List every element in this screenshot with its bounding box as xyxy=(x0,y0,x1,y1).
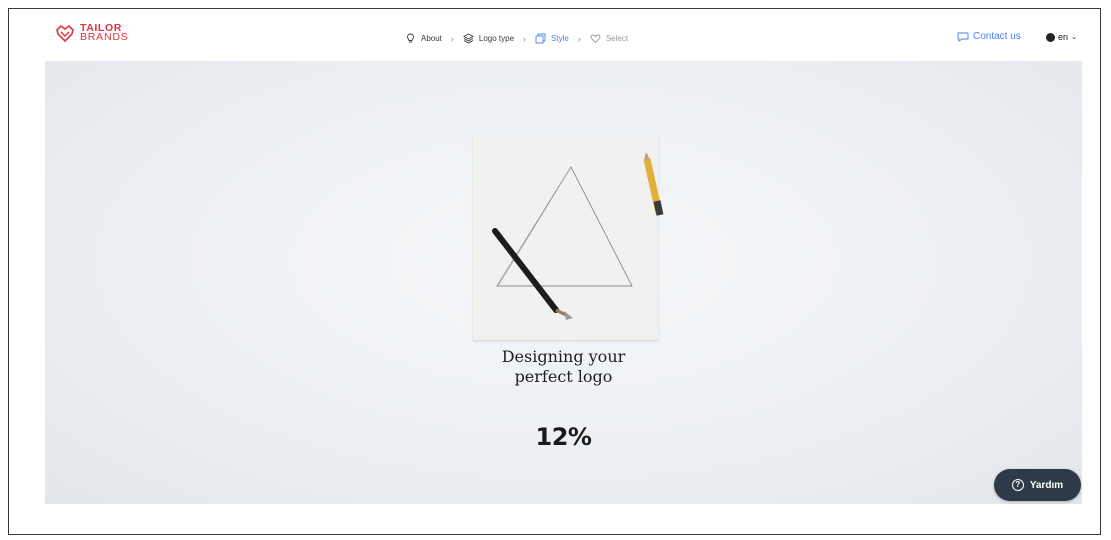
progress-steps: About › Logo type › Style › Select xyxy=(405,33,628,44)
logo-line-2: BRANDS xyxy=(80,31,129,43)
style-icon xyxy=(535,33,546,44)
step-logo-type[interactable]: Logo type xyxy=(462,33,515,44)
step-separator: › xyxy=(523,33,527,44)
step-style[interactable]: Style xyxy=(535,33,569,44)
logo-wordmark: TAILOR BRANDS xyxy=(80,23,129,43)
step-select[interactable]: Select xyxy=(590,33,628,44)
loading-stage: Designing your perfect logo 12% ? Yardım xyxy=(45,61,1082,504)
step-about-label: About xyxy=(421,34,442,43)
language-selector[interactable]: en ⌄ xyxy=(1046,32,1077,42)
help-button[interactable]: ? Yardım xyxy=(994,469,1081,501)
triangle-sketch xyxy=(492,166,633,320)
step-select-label: Select xyxy=(605,34,629,43)
question-icon: ? xyxy=(1011,479,1024,491)
heart-icon xyxy=(590,34,601,44)
step-separator: › xyxy=(577,33,581,44)
contact-us-label: Contact us xyxy=(973,31,1021,42)
brush-icon xyxy=(492,228,573,320)
help-label: Yardım xyxy=(1029,479,1064,491)
crown-heart-icon xyxy=(56,24,74,43)
loading-headline: Designing your perfect logo xyxy=(45,347,1082,387)
step-logo-type-label: Logo type xyxy=(478,34,515,43)
pencil-icon xyxy=(643,153,664,216)
top-bar: TAILOR BRANDS About › Logo type › Style … xyxy=(9,9,1100,61)
browser-frame: TAILOR BRANDS About › Logo type › Style … xyxy=(8,8,1101,535)
tailor-brands-logo[interactable]: TAILOR BRANDS xyxy=(54,23,129,43)
bulb-icon xyxy=(407,33,414,43)
globe-icon xyxy=(1046,32,1055,42)
headline-line-1: Designing your xyxy=(501,347,626,366)
headline-line-2: perfect logo xyxy=(514,367,613,386)
chevron-down-icon: ⌄ xyxy=(1071,34,1077,41)
step-separator: › xyxy=(450,33,454,44)
contact-us-link[interactable]: Contact us xyxy=(957,31,1021,42)
language-label: en xyxy=(1058,32,1069,42)
step-style-label: Style xyxy=(551,34,569,43)
layers-icon xyxy=(462,33,474,44)
chat-icon xyxy=(957,32,969,42)
progress-percentage: 12% xyxy=(535,423,592,451)
sketch-illustration xyxy=(473,135,658,340)
step-about[interactable]: About xyxy=(405,33,442,44)
